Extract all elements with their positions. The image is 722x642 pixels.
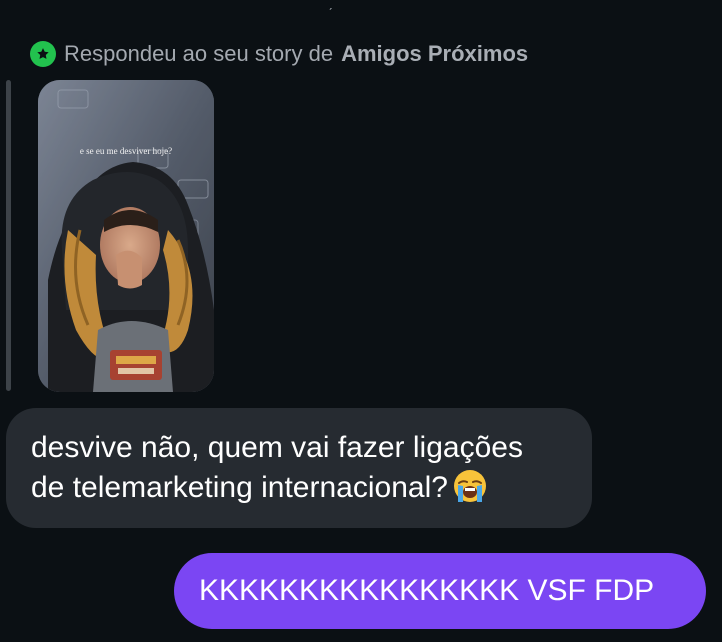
outgoing-message-bubble[interactable]: KKKKKKKKKKKKKKKK VSF FDP <box>174 553 706 629</box>
story-reply-header: Respondeu ao seu story de Amigos Próximo… <box>30 38 528 70</box>
outgoing-message-text: KKKKKKKKKKKKKKKK VSF FDP <box>199 574 655 607</box>
incoming-message-bubble[interactable]: desvive não, quem vai fazer ligações de … <box>6 408 592 528</box>
star-icon <box>30 41 56 67</box>
story-thumbnail[interactable]: e se eu me desviver hoje? <box>38 80 214 392</box>
incoming-message-line-1: desvive não, quem vai fazer ligações <box>31 431 523 464</box>
incoming-message-line-2-text: de telemarketing internacional? <box>31 471 448 504</box>
story-audience-label: Amigos Próximos <box>341 41 529 66</box>
reply-header-prefix: Respondeu ao seu story de <box>64 41 334 66</box>
loudly-crying-face-icon <box>452 468 488 504</box>
story-caption: e se eu me desviver hoje? <box>79 146 173 156</box>
reply-indicator-bar <box>6 80 11 391</box>
incoming-message-line-2: de telemarketing internacional? <box>31 468 568 508</box>
story-photo <box>38 80 214 392</box>
previous-message-fragment: ˏ <box>328 0 333 10</box>
